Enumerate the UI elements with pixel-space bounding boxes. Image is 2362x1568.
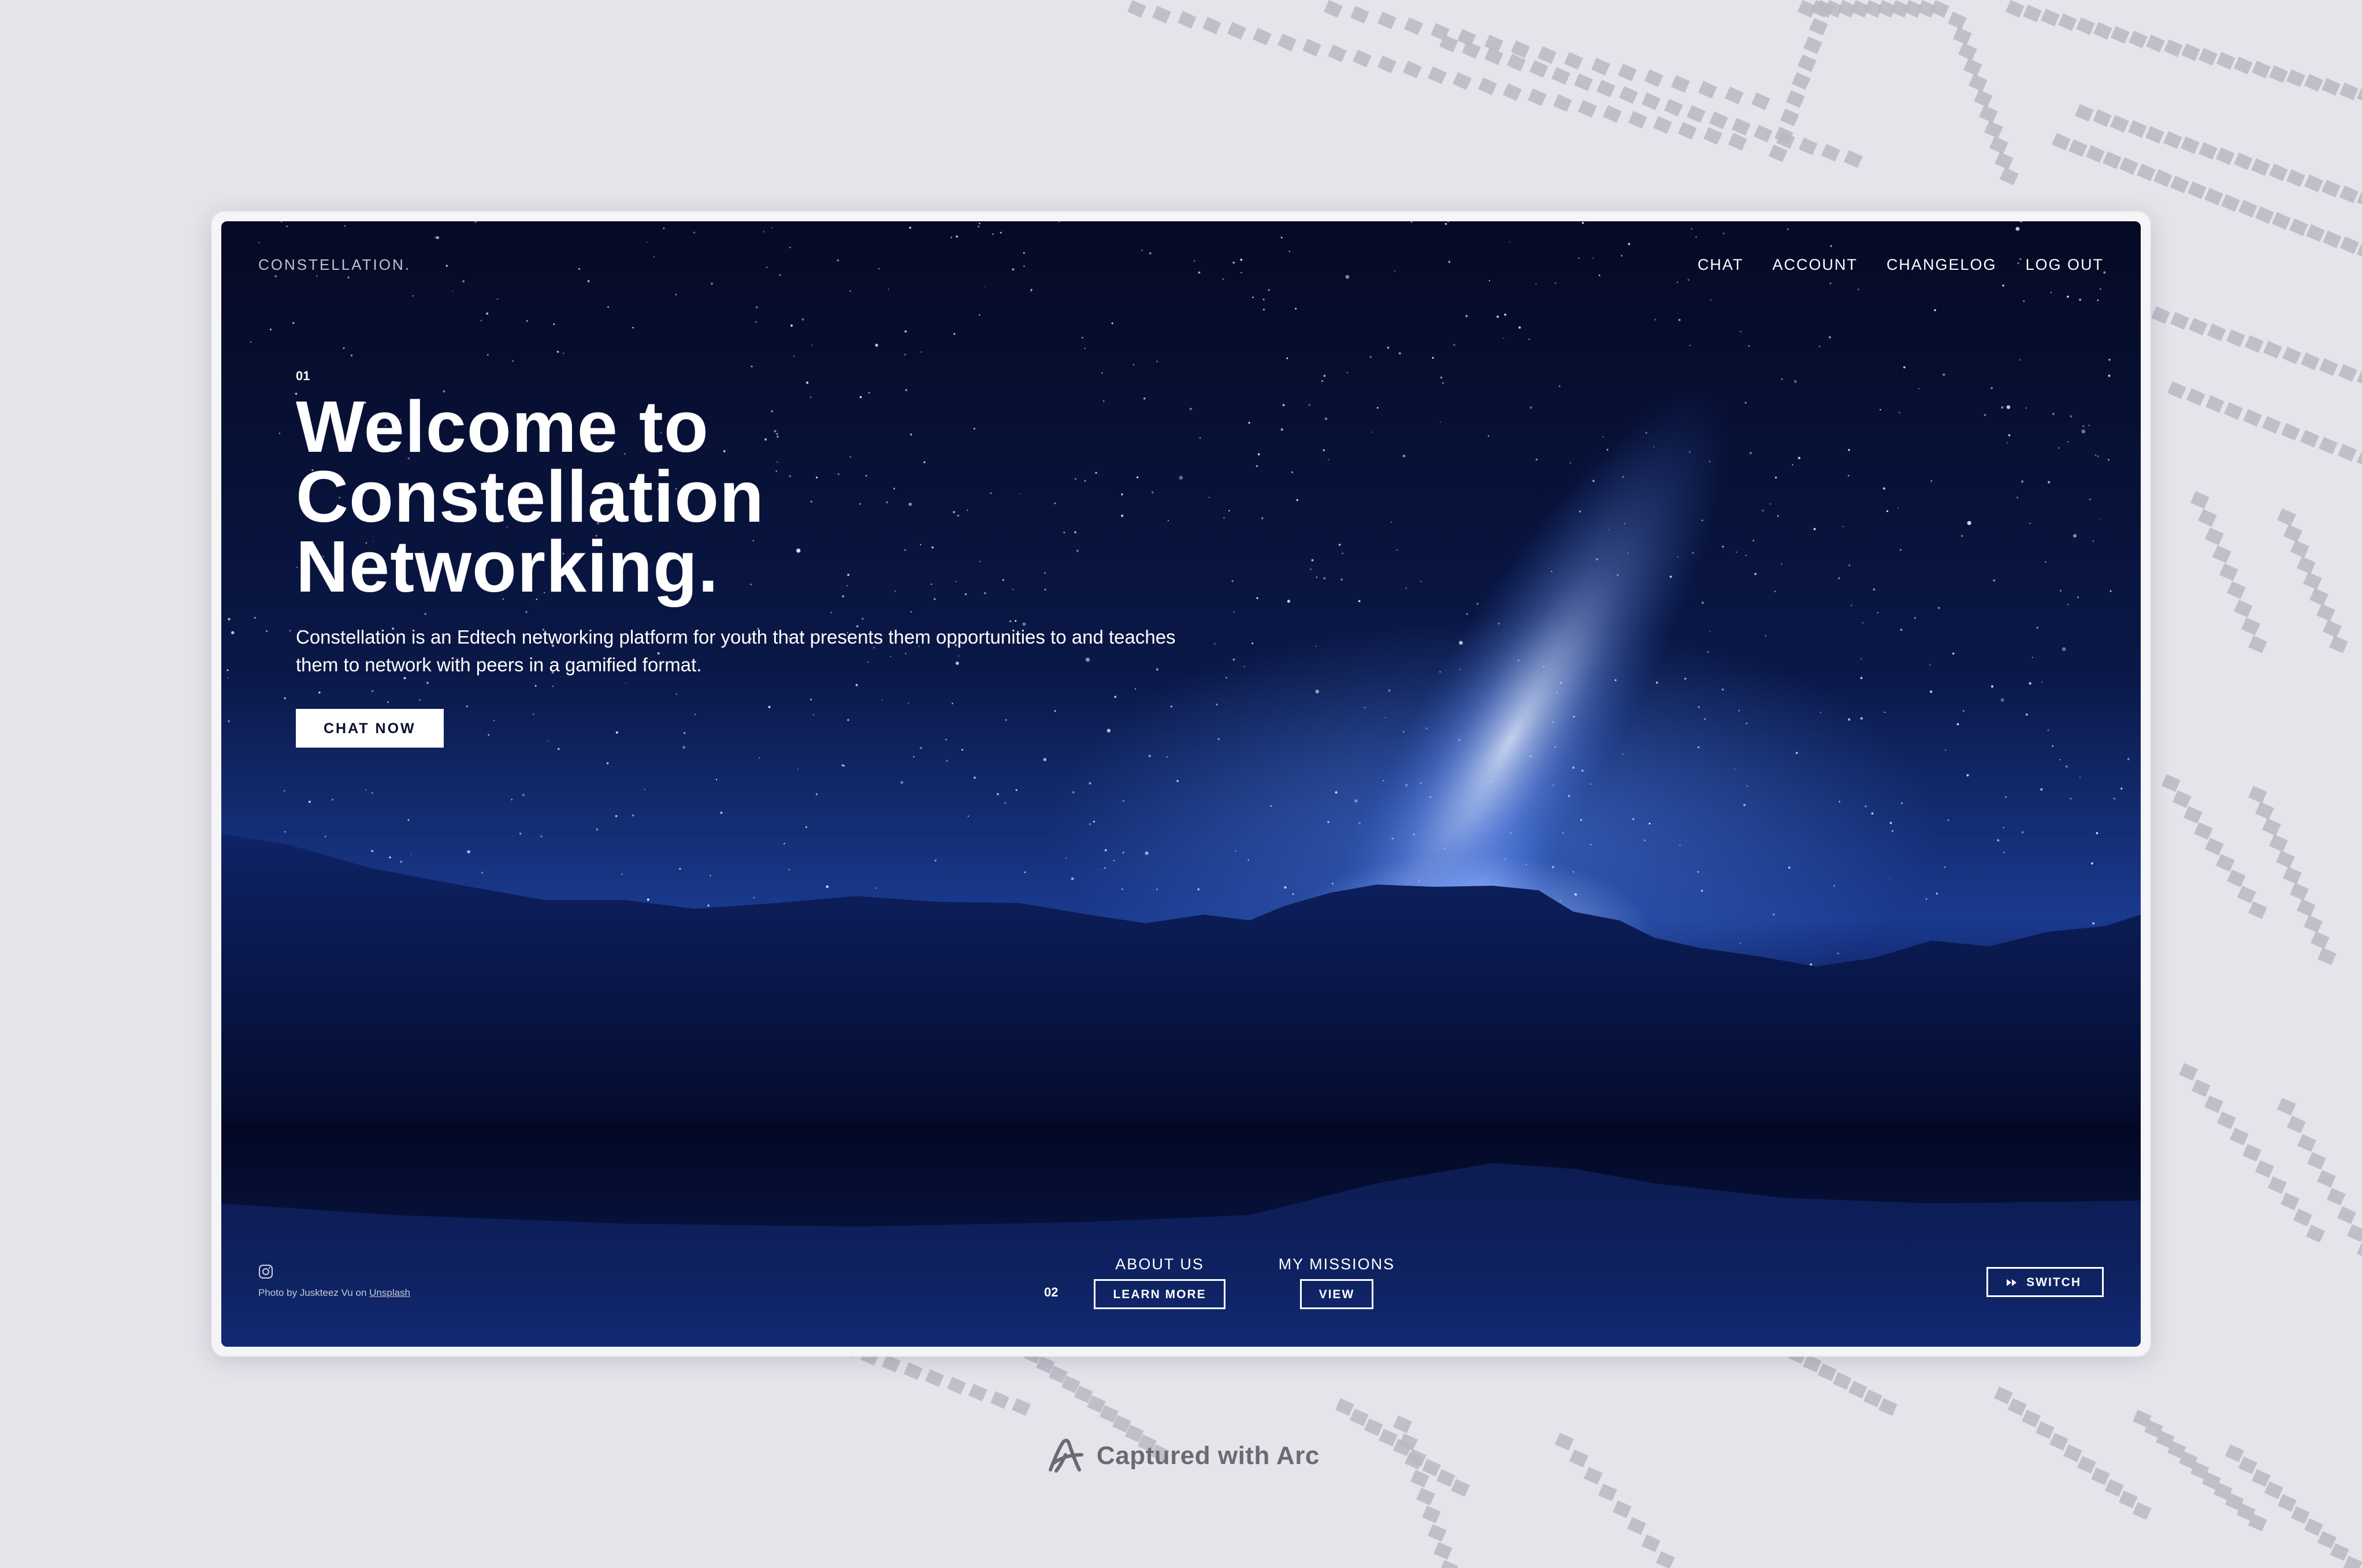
switch-button[interactable]: SWITCH (1986, 1267, 2104, 1297)
section-index: 02 (1044, 1284, 1059, 1299)
instagram-icon[interactable] (258, 1264, 273, 1279)
my-missions-block: MY MISSIONS VIEW (1279, 1255, 1395, 1309)
switch-label: SWITCH (2026, 1276, 2081, 1289)
top-nav: CHAT ACCOUNT CHANGELOG LOG OUT (1698, 256, 2104, 274)
about-us-label: ABOUT US (1115, 1255, 1204, 1273)
hero-description: Constellation is an Edtech networking pl… (296, 626, 1176, 675)
captured-with-arc-badge: Captured with Arc (1046, 1437, 1320, 1474)
nav-account[interactable]: ACCOUNT (1772, 256, 1858, 274)
hero-section: 01 Welcome to Constellation Networking. … (296, 369, 1220, 748)
photo-credit: Photo by Juskteez Vu on Unsplash (258, 1287, 410, 1299)
photo-credit-area: Photo by Juskteez Vu on Unsplash (258, 1264, 410, 1299)
photo-credit-text: Photo by Juskteez Vu on (258, 1287, 370, 1298)
site-logo[interactable]: CONSTELLATION. (258, 256, 411, 274)
nav-chat[interactable]: CHAT (1698, 256, 1744, 274)
hero-section-index: 01 (296, 369, 310, 383)
section-two-nav: 02 ABOUT US LEARN MORE MY MISSIONS VIEW (1044, 1255, 1448, 1309)
nav-log-out[interactable]: LOG OUT (2025, 256, 2104, 274)
arc-logo-icon (1049, 1439, 1083, 1473)
about-us-block: ABOUT US LEARN MORE (1094, 1255, 1225, 1309)
unsplash-link[interactable]: Unsplash (369, 1287, 410, 1298)
capture-badge-text: Captured with Arc (1097, 1441, 1320, 1470)
fast-forward-icon (2007, 1279, 2017, 1286)
nav-changelog[interactable]: CHANGELOG (1886, 256, 1997, 274)
learn-more-button[interactable]: LEARN MORE (1094, 1279, 1225, 1309)
hero-title: Welcome to Constellation Networking. (296, 386, 765, 607)
chat-now-button[interactable]: CHAT NOW (296, 709, 444, 748)
my-missions-label: MY MISSIONS (1278, 1255, 1395, 1273)
view-missions-button[interactable]: VIEW (1299, 1279, 1374, 1309)
website-viewport: CONSTELLATION. CHAT ACCOUNT CHANGELOG LO… (221, 221, 2141, 1347)
